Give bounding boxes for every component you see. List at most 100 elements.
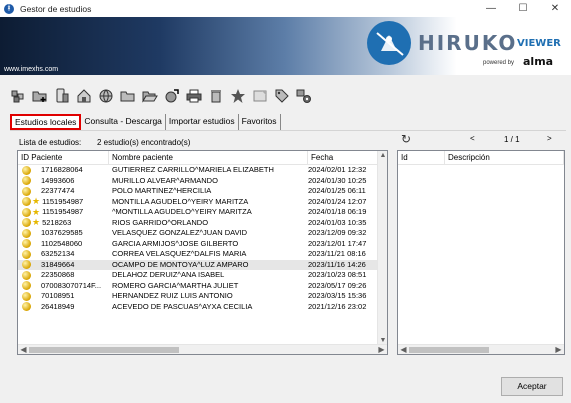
series-scroll-left-icon[interactable]: ◀ bbox=[398, 345, 409, 355]
study-count-text: 2 estudio(s) encontrado(s) bbox=[97, 138, 191, 147]
cell-patient-name: ROMERO GARCIA^MARTHA JULIET bbox=[112, 280, 239, 290]
horizontal-scrollbar[interactable]: ◀ ▶ bbox=[18, 344, 387, 354]
tab-consulta-descarga[interactable]: Consulta - Descarga bbox=[81, 114, 166, 130]
scroll-left-icon[interactable]: ◀ bbox=[18, 345, 29, 355]
series-scroll-thumb[interactable] bbox=[409, 346, 489, 353]
vertical-scrollbar[interactable]: ▲ ▼ bbox=[377, 151, 387, 346]
patient-id-text: 1037629585 bbox=[41, 228, 83, 237]
study-icon bbox=[22, 291, 31, 301]
cell-patient-id: ★ 1151954987 bbox=[18, 197, 109, 208]
study-icon bbox=[22, 176, 31, 186]
scroll-up-icon[interactable]: ▲ bbox=[378, 151, 387, 161]
cell-date: 2023/12/01 17:47 bbox=[308, 238, 367, 248]
powered-by-text: powered by bbox=[483, 60, 515, 66]
maximize-button[interactable]: ☐ bbox=[507, 0, 539, 17]
cell-date: 2023/11/16 14:26 bbox=[308, 259, 366, 269]
table-row[interactable]: ★ 1151954987 MONTILLA AGUDELO^YEIRY MARITZ… bbox=[18, 197, 387, 208]
patient-id-text: 1716828064 bbox=[41, 165, 83, 174]
cell-date: 2023/12/09 09:32 bbox=[308, 228, 367, 237]
table-row[interactable]: 31849664 OCAMPO DE MONTOYA^LUZ AMPARO 2023… bbox=[18, 259, 387, 270]
table-row[interactable]: 70108951 HERNANDEZ RUIZ LUIS ANTONIO 2023/… bbox=[18, 291, 387, 302]
accept-button[interactable]: Aceptar bbox=[501, 377, 563, 396]
cubes-icon[interactable] bbox=[8, 86, 28, 106]
cell-patient-id: 14993606 bbox=[18, 176, 109, 187]
cell-patient-id: 70108951 bbox=[18, 291, 109, 302]
tab-importar-estudios[interactable]: Importar estudios bbox=[166, 114, 239, 130]
series-scroll-track bbox=[409, 346, 553, 354]
favorite-star-icon: ★ bbox=[32, 217, 41, 228]
patient-id-text: 26418949 bbox=[41, 301, 75, 311]
column-header-date[interactable]: Fecha bbox=[308, 151, 378, 165]
globe-icon[interactable] bbox=[96, 86, 116, 106]
cell-patient-name: GARCIA ARMIJOS^JOSE GILBERTO bbox=[112, 238, 239, 248]
study-icon bbox=[22, 207, 31, 217]
table-row[interactable]: 070083070714F... ROMERO GARCIA^MARTHA JUL… bbox=[18, 281, 387, 292]
next-page-button[interactable]: > bbox=[547, 134, 552, 143]
app-icon: ᚼ bbox=[4, 3, 14, 14]
table-row[interactable]: 14993606 MURILLO ALVEAR^ARMANDO 2024/01/30… bbox=[18, 176, 387, 187]
table-row[interactable]: 63252134 CORREA VELASQUEZ^DALFIS MARIA 202… bbox=[18, 249, 387, 260]
tag-icon[interactable] bbox=[272, 86, 292, 106]
table-row[interactable]: 26418949 ACEVEDO DE PASCUAS^AYXA CECILIA 2… bbox=[18, 302, 387, 313]
open-folder-icon[interactable] bbox=[140, 86, 160, 106]
patient-id-text: 070083070714F... bbox=[41, 280, 102, 290]
column-header-id[interactable]: ID Paciente bbox=[18, 151, 109, 165]
scroll-thumb[interactable] bbox=[29, 346, 179, 353]
cell-patient-name: MURILLO ALVEAR^ARMANDO bbox=[112, 175, 218, 185]
folder-icon[interactable] bbox=[118, 86, 138, 106]
table-row[interactable]: ★ 5218263 RIOS GARRIDO^ORLANDO 2024/01/03 1… bbox=[18, 218, 387, 229]
cell-date: 2023/11/21 08:16 bbox=[308, 249, 366, 258]
tab-favoritos[interactable]: Favoritos bbox=[239, 114, 281, 130]
series-scroll-right-icon[interactable]: ▶ bbox=[553, 345, 564, 355]
cell-patient-id: 1102548060 bbox=[18, 239, 109, 250]
column-header-name[interactable]: Nombre paciente bbox=[109, 151, 308, 165]
tab-estudios-locales[interactable]: Estudios locales bbox=[10, 114, 82, 130]
cell-date: 2024/01/18 06:19 bbox=[308, 207, 367, 216]
series-horizontal-scrollbar[interactable]: ◀ ▶ bbox=[398, 344, 564, 354]
cell-patient-name: RIOS GARRIDO^ORLANDO bbox=[112, 217, 209, 227]
prev-page-button[interactable]: < bbox=[470, 134, 475, 143]
close-button[interactable]: ✕ bbox=[539, 0, 571, 17]
patient-id-text: 5218263 bbox=[42, 217, 72, 227]
settings-icon[interactable] bbox=[294, 86, 314, 106]
table-row[interactable]: ★ 1151954987 ^MONTILLA AGUDELO^YEIRY MARIT… bbox=[18, 207, 387, 218]
cell-patient-id: 1716828064 bbox=[18, 165, 109, 176]
minimize-button[interactable]: — bbox=[475, 0, 507, 17]
cell-patient-id: ★ 1151954987 bbox=[18, 207, 109, 218]
toolbar bbox=[8, 86, 314, 106]
patient-id-text: 63252134 bbox=[41, 249, 75, 258]
patient-id-text: 14993606 bbox=[41, 175, 75, 185]
title-bar: ᚼ Gestor de estudios — ☐ ✕ bbox=[0, 0, 571, 17]
column-header-description[interactable]: Descripción bbox=[445, 151, 564, 165]
column-header-series-id[interactable]: Id bbox=[398, 151, 445, 165]
cell-patient-name: VELASQUEZ GONZALEZ^JUAN DAVID bbox=[112, 228, 248, 237]
printer-icon[interactable] bbox=[184, 86, 204, 106]
tab-bar: Estudios locales Consulta - Descarga Imp… bbox=[10, 114, 281, 130]
cell-patient-id: 26418949 bbox=[18, 302, 109, 313]
globe-arrow-icon[interactable] bbox=[162, 86, 182, 106]
table-row[interactable]: 1716828064 GUTIERREZ CARRILLO^MARIELA ELI… bbox=[18, 165, 387, 176]
scroll-right-icon[interactable]: ▶ bbox=[376, 345, 387, 355]
table-row[interactable]: 1037629585 VELASQUEZ GONZALEZ^JUAN DAVID 2… bbox=[18, 228, 387, 239]
table-row[interactable]: 22350868 DELAHOZ DERUIZ^ANA ISABEL 2023/10… bbox=[18, 270, 387, 281]
refresh-icon[interactable]: ↻ bbox=[401, 132, 411, 146]
table-row[interactable]: 1102548060 GARCIA ARMIJOS^JOSE GILBERTO 20… bbox=[18, 239, 387, 250]
phone-study-icon[interactable] bbox=[52, 86, 72, 106]
cell-patient-name: HERNANDEZ RUIZ LUIS ANTONIO bbox=[112, 291, 233, 300]
note-icon[interactable] bbox=[250, 86, 270, 106]
cell-patient-name: ACEVEDO DE PASCUAS^AYXA CECILIA bbox=[112, 301, 253, 311]
home-export-icon[interactable] bbox=[74, 86, 94, 106]
add-folder-icon[interactable] bbox=[30, 86, 50, 106]
cell-patient-name: POLO MARTINEZ^HERCILIA bbox=[112, 186, 212, 195]
cell-date: 2023/03/15 15:36 bbox=[308, 291, 367, 300]
table-row[interactable]: 22377474 POLO MARTINEZ^HERCILIA 2024/01/25… bbox=[18, 186, 387, 197]
star-icon[interactable] bbox=[228, 86, 248, 106]
study-icon bbox=[22, 197, 31, 207]
trash-icon[interactable] bbox=[206, 86, 226, 106]
patient-id-text: 1151954987 bbox=[42, 207, 84, 216]
cell-date: 2023/10/23 08:51 bbox=[308, 270, 367, 279]
study-icon bbox=[22, 165, 31, 175]
study-icon bbox=[22, 228, 31, 238]
window-controls: — ☐ ✕ bbox=[475, 0, 571, 17]
table-body: 1716828064 GUTIERREZ CARRILLO^MARIELA ELI… bbox=[18, 165, 387, 312]
